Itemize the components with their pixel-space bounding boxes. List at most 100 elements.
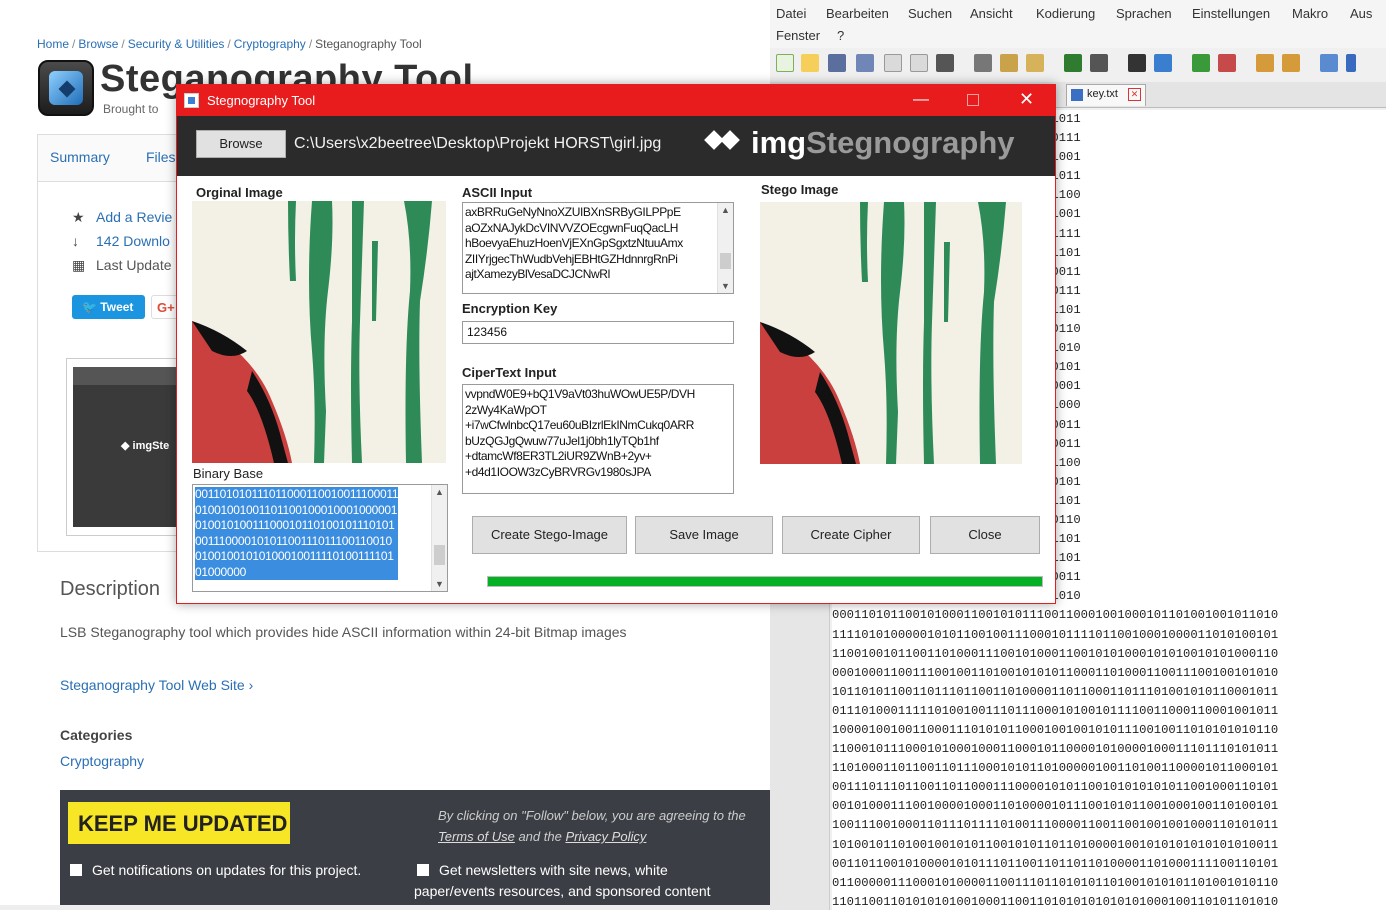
tweet-label: Tweet	[100, 300, 134, 314]
save-icon[interactable]	[828, 54, 846, 72]
open-folder-icon[interactable]	[801, 54, 819, 72]
close-button[interactable]: Close	[930, 516, 1040, 554]
sync-h-icon[interactable]	[1282, 54, 1300, 72]
undo-icon[interactable]	[1064, 54, 1082, 72]
menu-kodierung[interactable]: Kodierung	[1036, 6, 1095, 21]
cut-icon[interactable]	[974, 54, 992, 72]
paste-icon[interactable]	[1026, 54, 1044, 72]
breadcrumb-browse[interactable]: Browse	[78, 37, 118, 51]
notify-label: Get notifications on updates for this pr…	[92, 862, 362, 878]
ascii-scrollbar[interactable]: ▲ ▼	[717, 203, 733, 293]
thumbnail-label: ◆ imgSte	[121, 439, 169, 452]
tab-key-txt[interactable]: key.txt ✕	[1066, 84, 1146, 106]
breadcrumb-cryptography[interactable]: Cryptography	[234, 37, 306, 51]
file-path: C:\Users\x2beetree\Desktop\Projekt HORST…	[294, 135, 662, 152]
menu-bearbeiten[interactable]: Bearbeiten	[826, 6, 889, 21]
close-file-icon[interactable]	[884, 54, 902, 72]
menu-ansicht[interactable]: Ansicht	[970, 6, 1013, 21]
add-review-label: Add a Revie	[96, 209, 173, 225]
terms-link[interactable]: Terms of Use	[438, 829, 515, 844]
add-review-link[interactable]: ★ Add a Revie	[72, 209, 172, 226]
zoom-out-icon[interactable]	[1218, 54, 1236, 72]
replace-icon[interactable]	[1154, 54, 1172, 72]
file-icon	[1071, 89, 1083, 101]
menu-suchen[interactable]: Suchen	[908, 6, 952, 21]
project-subtitle: Brought to	[103, 102, 159, 116]
thumbnail-diamond-icon: ◆	[121, 440, 133, 452]
tab-files[interactable]: Files	[146, 149, 176, 165]
screenshot-thumbnail[interactable]: ◆ imgSte	[66, 358, 186, 536]
ascii-input-text: axBRRuGeNyNnoXZUIBXnSRByGILPPpE aOZxNAJy…	[465, 205, 683, 281]
notify-checkbox[interactable]: Get notifications on updates for this pr…	[70, 860, 361, 881]
description-heading: Description	[60, 578, 161, 600]
browse-button[interactable]: Browse	[196, 130, 286, 158]
maximize-icon[interactable]	[967, 94, 979, 106]
ciphertext-textarea[interactable]: vvpndW0E9+bQ1V9aVt03huWOwUE5P/DVH 2zWy4K…	[462, 384, 734, 494]
close-all-icon[interactable]	[910, 54, 928, 72]
word-wrap-icon[interactable]	[1320, 54, 1338, 72]
scroll-thumb[interactable]	[434, 545, 445, 565]
menu-help[interactable]: ?	[837, 28, 844, 43]
binary-scrollbar[interactable]: ▲ ▼	[431, 485, 447, 591]
tweet-button[interactable]: 🐦 Tweet	[72, 295, 145, 319]
print-icon[interactable]	[936, 54, 954, 72]
close-icon[interactable]: ✕	[1019, 89, 1034, 110]
menu-fenster[interactable]: Fenster	[776, 28, 820, 43]
breadcrumb-sep: /	[72, 37, 76, 51]
scroll-up-icon[interactable]: ▲	[435, 487, 444, 497]
stego-image	[760, 202, 1022, 464]
encryption-key-input[interactable]: 123456	[462, 321, 734, 344]
scroll-thumb[interactable]	[720, 253, 731, 269]
newsletter-label-cont: paper/events resources, and sponsored co…	[414, 883, 711, 899]
create-cipher-button[interactable]: Create Cipher	[782, 516, 920, 554]
zoom-in-icon[interactable]	[1192, 54, 1210, 72]
redo-icon[interactable]	[1090, 54, 1108, 72]
copy-icon[interactable]	[1000, 54, 1018, 72]
thumbnail-bar	[73, 367, 181, 385]
code-line: 1010010110100100101011001010110110100001…	[832, 837, 1279, 852]
website-link[interactable]: Steganography Tool Web Site ›	[60, 677, 253, 693]
menu-sprachen[interactable]: Sprachen	[1116, 6, 1172, 21]
new-file-icon[interactable]	[776, 54, 794, 72]
binary-base-textarea[interactable]: 001101010111011000110010011100011 010010…	[192, 484, 448, 592]
menu-makro[interactable]: Makro	[1292, 6, 1328, 21]
minimize-icon[interactable]: —	[913, 91, 929, 109]
find-icon[interactable]	[1128, 54, 1146, 72]
scroll-down-icon[interactable]: ▼	[721, 281, 730, 291]
ascii-input-textarea[interactable]: axBRRuGeNyNnoXZUIBXnSRByGILPPpE aOZxNAJy…	[462, 202, 734, 294]
show-all-chars-icon[interactable]	[1346, 54, 1356, 72]
thumbnail-label-text: imgSte	[132, 440, 170, 452]
dialog-title: Stegnography Tool	[207, 93, 316, 108]
original-image-label: Orginal Image	[196, 185, 283, 200]
tab-summary[interactable]: Summary	[50, 149, 110, 165]
binary-base-label: Binary Base	[193, 466, 264, 481]
sync-v-icon[interactable]	[1256, 54, 1274, 72]
create-stego-image-button[interactable]: Create Stego-Image	[472, 516, 627, 554]
logo-icon	[49, 71, 83, 105]
breadcrumb-sep: /	[308, 37, 313, 51]
breadcrumb-current: Steganography Tool	[315, 37, 422, 51]
ciphertext-text: vvpndW0E9+bQ1V9aVt03huWOwUE5P/DVH 2zWy4K…	[465, 387, 695, 479]
newsletter-checkbox[interactable]: Get newsletters with site news, white	[417, 860, 668, 881]
screen: Home / Browse / Security & Utilities / Cryptog…	[0, 0, 1386, 910]
menu-einstellungen[interactable]: Einstellungen	[1192, 6, 1270, 21]
save-all-icon[interactable]	[856, 54, 874, 72]
menu-ausfuehren[interactable]: Aus	[1350, 6, 1372, 21]
code-line: 1101100110101010100100011001101010101010…	[832, 894, 1279, 909]
last-update: ▦ Last Update	[72, 257, 172, 274]
save-image-button[interactable]: Save Image	[635, 516, 773, 554]
privacy-link[interactable]: Privacy Policy	[565, 829, 646, 844]
keep-me-updated-banner: KEEP ME UPDATED	[68, 802, 290, 844]
category-link[interactable]: Cryptography	[60, 753, 144, 769]
breadcrumb-security[interactable]: Security & Utilities	[128, 37, 225, 51]
close-tab-icon[interactable]: ✕	[1128, 88, 1141, 101]
breadcrumb-sep: /	[227, 37, 231, 51]
gplus-button[interactable]: G+	[151, 295, 179, 319]
scroll-down-icon[interactable]: ▼	[435, 579, 444, 589]
downloads-link[interactable]: ↓ 142 Downlo	[72, 233, 170, 249]
menu-datei[interactable]: Datei	[776, 6, 806, 21]
editor-menubar: Datei Bearbeiten Suchen Ansicht Kodierun…	[770, 0, 1386, 48]
breadcrumb-home[interactable]: Home	[37, 37, 69, 51]
code-line: 1100100101100110100011100101000110010101…	[832, 646, 1279, 661]
scroll-up-icon[interactable]: ▲	[721, 205, 730, 215]
